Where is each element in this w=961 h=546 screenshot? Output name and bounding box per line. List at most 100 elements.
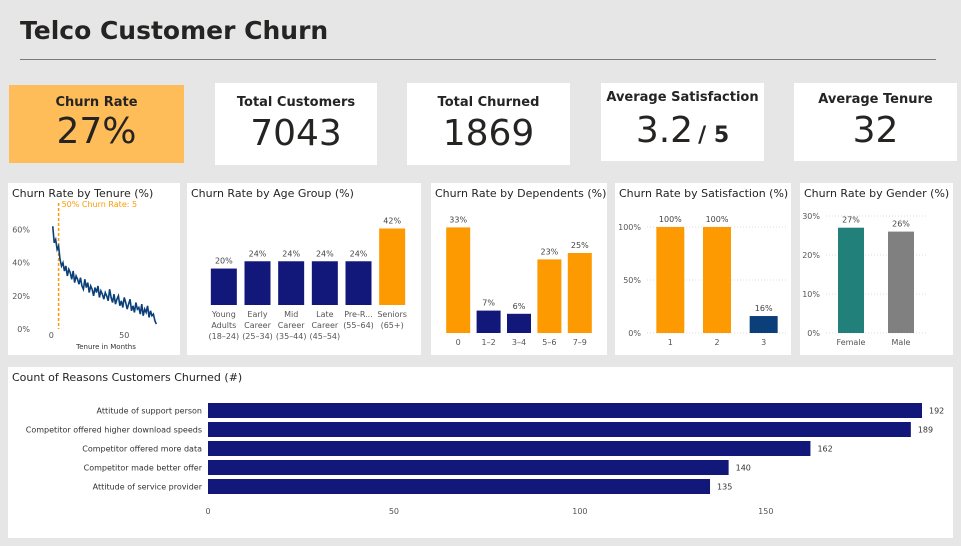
kpi-total-churned[interactable]: Total Churned 1869: [407, 83, 570, 165]
category-label: (35–44): [276, 332, 307, 341]
bar: [208, 441, 811, 456]
category-label: Seniors: [377, 310, 407, 319]
category-label: 1: [668, 338, 673, 347]
page-title: Telco Customer Churn: [20, 16, 329, 45]
category-label: Mid: [284, 310, 298, 319]
y-tick-label: 0%: [628, 329, 641, 338]
category-label: Adults: [211, 321, 236, 330]
bar: [507, 313, 531, 333]
category-label: 3: [761, 338, 766, 347]
x-tick-label: 100: [572, 507, 587, 516]
y-tick-label: 0%: [807, 329, 820, 338]
bar: [208, 479, 711, 494]
bar: [345, 261, 372, 305]
category-label: Attitude of support person: [96, 407, 202, 416]
category-label: Pre-R...: [344, 310, 373, 319]
bar: [888, 231, 914, 333]
category-label: Male: [892, 338, 911, 347]
kpi-total-churned-label: Total Churned: [437, 95, 540, 110]
y-tick-label: 10%: [802, 290, 820, 299]
kpi-average-satisfaction[interactable]: Average Satisfaction 3.2 / 5: [601, 83, 764, 161]
reasons-chart-panel[interactable]: Count of Reasons Customers Churned (#) A…: [8, 367, 953, 538]
bar: [656, 227, 685, 333]
y-tick-label: 60%: [12, 226, 30, 235]
tenure-line-chart: 0% 20% 40% 60% 0 50 Tenure in Months 50% Churn …: [12, 200, 158, 351]
y-tick-label: 0%: [17, 325, 30, 334]
tenure-series-line: [51, 226, 158, 325]
bar: [838, 227, 864, 333]
kpi-average-satisfaction-suffix: / 5: [698, 123, 730, 148]
bar: [749, 316, 778, 333]
data-label: 100%: [659, 215, 682, 224]
data-label: 189: [918, 426, 933, 435]
bar: [208, 422, 911, 437]
data-label: 135: [717, 483, 732, 492]
kpi-average-tenure[interactable]: Average Tenure 32: [794, 83, 957, 161]
category-label: Career: [311, 321, 338, 330]
category-label: (18–24): [209, 332, 240, 341]
data-label: 7%: [482, 299, 495, 308]
satisfaction-bar-chart: 0% 50% 100% 100% 1 100% 2 16% 3: [618, 215, 787, 347]
x-tick-label: 0: [49, 331, 54, 340]
data-label: 23%: [541, 247, 559, 256]
data-label: 33%: [449, 215, 467, 224]
data-label: 162: [817, 445, 832, 454]
data-label: 16%: [755, 304, 773, 313]
age-bar-chart: 20% Young Adults (18–24) 24% Early Career (25–3…: [209, 216, 407, 341]
bar: [311, 261, 338, 305]
category-label: (65+): [381, 321, 404, 330]
data-label: 24%: [282, 249, 300, 258]
category-label: 2: [714, 338, 719, 347]
age-chart-panel[interactable]: Churn Rate by Age Group (%) 20% Young Adul…: [187, 183, 421, 355]
satisfaction-chart-panel[interactable]: Churn Rate by Satisfaction (%) 0% 50% 100%…: [615, 183, 791, 355]
kpi-average-satisfaction-label: Average Satisfaction: [606, 90, 759, 105]
data-label: 27%: [842, 216, 860, 225]
data-label: 100%: [706, 215, 729, 224]
category-label: Competitor offered higher download speed…: [26, 426, 202, 435]
kpi-average-satisfaction-value: 3.2: [635, 110, 694, 151]
data-label: 192: [929, 407, 944, 416]
data-label: 26%: [892, 220, 910, 229]
category-label: Competitor made better offer: [84, 464, 203, 473]
data-label: 24%: [316, 249, 334, 258]
bar: [244, 261, 271, 305]
y-tick-label: 100%: [618, 223, 641, 232]
reasons-bar-chart: Attitude of support person 192 Competitor …: [26, 403, 944, 516]
bar: [567, 253, 592, 333]
kpi-churn-rate-label: Churn Rate: [55, 95, 138, 110]
y-tick-label: 40%: [12, 259, 30, 268]
category-label: (45–54): [310, 332, 341, 341]
category-label: 5–6: [542, 338, 556, 347]
title-divider: [20, 59, 936, 60]
category-label: Late: [316, 310, 333, 319]
category-label: 7–9: [573, 338, 587, 347]
data-label: 6%: [513, 302, 526, 311]
bar: [208, 460, 729, 475]
kpi-churn-rate[interactable]: Churn Rate 27%: [9, 85, 184, 163]
kpi-average-tenure-value: 32: [852, 110, 899, 151]
category-label: Young: [211, 310, 236, 319]
gender-bar-chart: 0% 10% 20% 30% 27% Female 26% Male: [802, 212, 926, 347]
gender-chart-panel[interactable]: Churn Rate by Gender (%) 0% 10% 20% 30% 27% F…: [800, 183, 953, 355]
category-label: 0: [456, 338, 461, 347]
bar: [446, 227, 471, 333]
bar: [379, 228, 406, 305]
churn-threshold-label: 50% Churn Rate: 5: [62, 200, 137, 209]
bar: [278, 261, 305, 305]
dependents-chart-panel[interactable]: Churn Rate by Dependents (%) 33% 0 7% 1–2 6%…: [431, 183, 607, 355]
kpi-total-customers[interactable]: Total Customers 7043: [215, 83, 377, 165]
category-label: 3–4: [512, 338, 526, 347]
tenure-chart-panel[interactable]: Churn Rate by Tenure (%) 0% 20% 40% 60% 0 50 T…: [8, 183, 180, 355]
category-label: Career: [278, 321, 305, 330]
category-label: (25–34): [242, 332, 273, 341]
data-label: 24%: [350, 249, 368, 258]
x-tick-label: 150: [758, 507, 773, 516]
dependents-bar-chart: 33% 0 7% 1–2 6% 3–4 23% 5–6 25% 7–9: [446, 215, 592, 347]
category-label: Early: [247, 310, 267, 319]
bar: [703, 227, 731, 333]
kpi-churn-rate-value: 27%: [56, 111, 137, 152]
category-label: Career: [244, 321, 271, 330]
bar: [476, 310, 501, 333]
category-label: Competitor offered more data: [82, 445, 202, 454]
data-label: 20%: [215, 257, 233, 266]
